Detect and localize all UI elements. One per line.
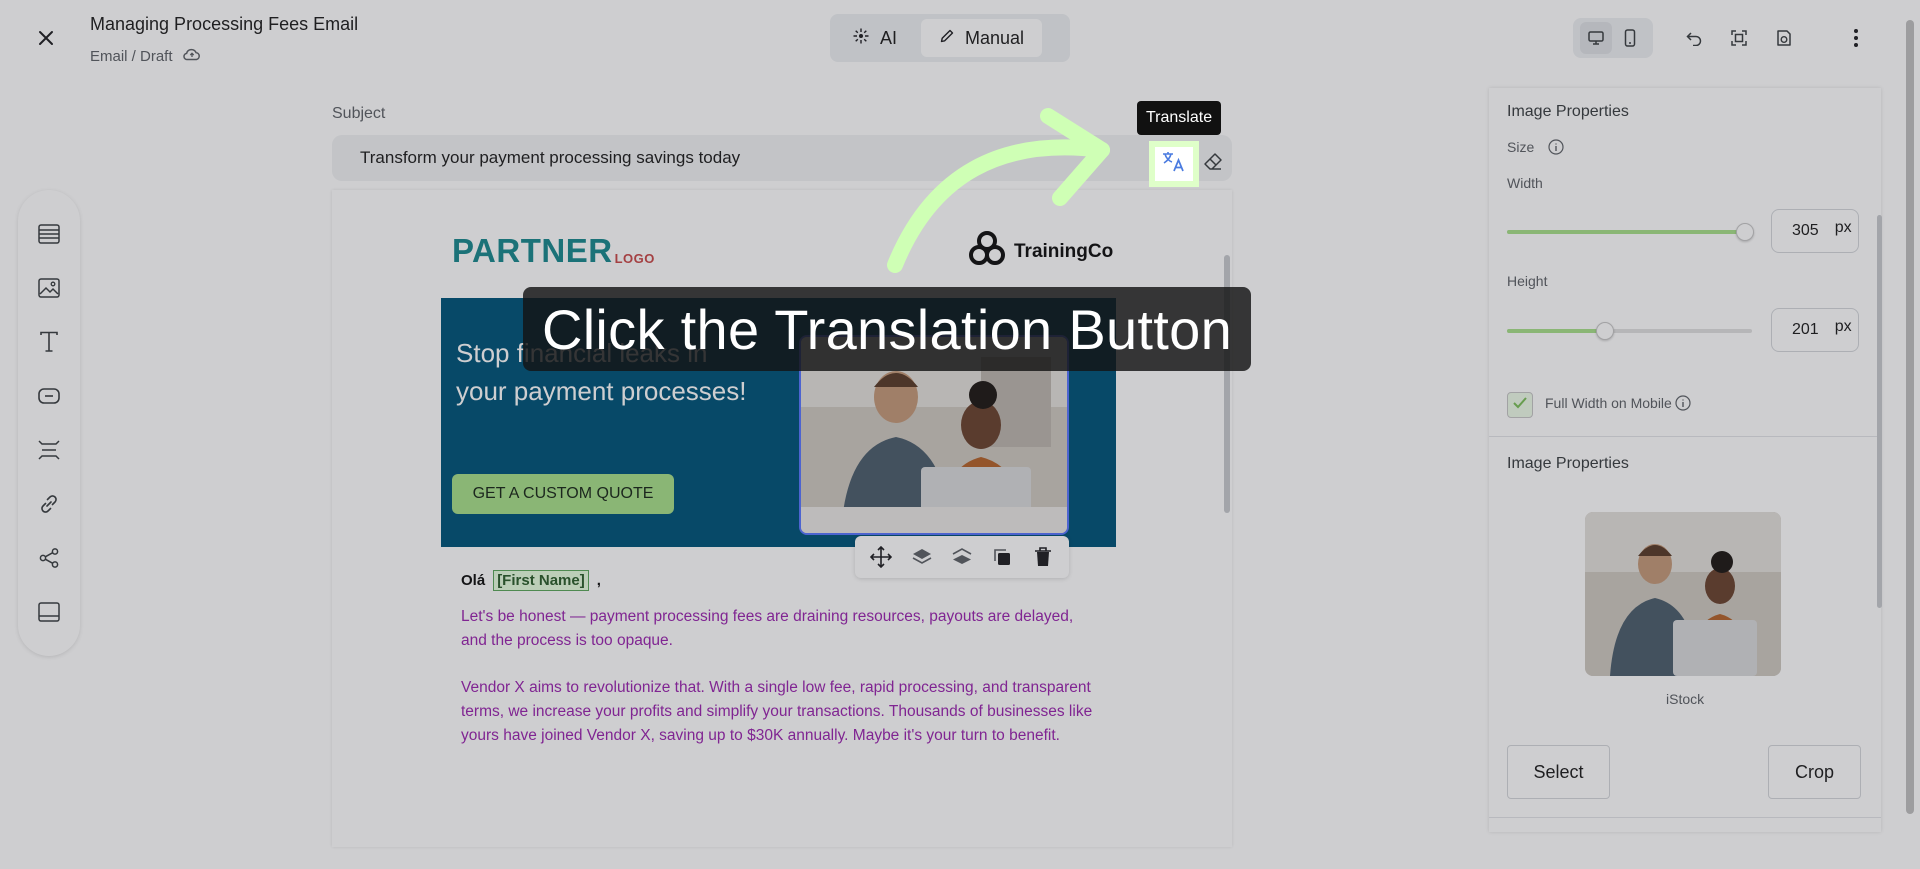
partner-logo-suffix: LOGO — [614, 251, 655, 266]
width-field[interactable]: 305 px — [1771, 209, 1859, 253]
rows-icon[interactable] — [35, 220, 63, 248]
partner-logo-text: PARTNER — [452, 232, 613, 269]
block-toolbar — [18, 190, 80, 656]
image-section-heading: Image Properties — [1507, 455, 1629, 472]
body-paragraph-1[interactable]: Let's be honest — payment processing fee… — [461, 605, 1101, 653]
image-toolbar — [855, 536, 1069, 578]
delete-icon[interactable] — [1029, 543, 1057, 571]
greeting-comma: , — [596, 572, 601, 589]
size-label: Size — [1507, 139, 1535, 155]
desktop-icon[interactable] — [1580, 22, 1612, 54]
image-thumbnail[interactable] — [1585, 512, 1781, 676]
greeting-line[interactable]: Olá [First Name] , — [461, 570, 601, 591]
share-icon[interactable] — [35, 544, 63, 572]
width-label: Width — [1507, 175, 1543, 191]
height-unit: px — [1834, 318, 1852, 335]
send-backward-icon[interactable] — [948, 543, 976, 571]
hint-banner: Click the Translation Button — [523, 287, 1251, 371]
mobile-icon[interactable] — [1614, 22, 1646, 54]
crop-image-button[interactable]: Crop — [1768, 745, 1861, 799]
height-value: 201 — [1792, 321, 1819, 338]
sparkle-icon — [852, 27, 870, 50]
image-icon[interactable] — [35, 274, 63, 302]
full-width-info-icon[interactable] — [1675, 395, 1691, 416]
panel-bottom-divider — [1489, 817, 1881, 818]
height-field[interactable]: 201 px — [1771, 308, 1859, 352]
link-icon[interactable] — [35, 490, 63, 518]
more-options-icon[interactable] — [1842, 24, 1870, 52]
full-width-label: Full Width on Mobile — [1545, 395, 1672, 411]
trainingco-logo-text: TrainingCo — [1014, 241, 1114, 262]
mode-ai-button[interactable]: AI — [834, 19, 915, 57]
mode-ai-label: AI — [880, 27, 898, 48]
mode-manual-button[interactable]: Manual — [921, 19, 1043, 57]
subject-label: Subject — [332, 105, 386, 122]
bring-forward-icon[interactable] — [908, 543, 936, 571]
trainingco-mark-icon — [966, 228, 1008, 276]
spacer-icon[interactable] — [35, 436, 63, 464]
subject-input[interactable] — [332, 135, 1232, 181]
height-label: Height — [1507, 273, 1548, 289]
panel-scrollbar[interactable] — [1877, 215, 1882, 608]
translate-tooltip: Translate — [1137, 101, 1222, 135]
top-bar: Managing Processing Fees Email Email / D… — [0, 0, 1920, 80]
translate-button[interactable] — [1149, 141, 1199, 187]
width-value: 305 — [1792, 222, 1819, 239]
close-icon[interactable] — [32, 24, 60, 52]
custom-quote-button[interactable]: GET A CUSTOM QUOTE — [452, 474, 674, 514]
first-name-merge-tag[interactable]: [First Name] — [493, 570, 589, 591]
translate-icon — [1161, 150, 1187, 179]
height-slider[interactable] — [1507, 322, 1752, 340]
body-paragraph-2[interactable]: Vendor X aims to revolutionize that. Wit… — [461, 676, 1101, 758]
text-icon[interactable] — [35, 328, 63, 356]
panel-heading: Image Properties — [1507, 103, 1629, 120]
breadcrumb: Email / Draft — [90, 47, 201, 65]
pencil-icon — [939, 28, 955, 49]
device-toggle — [1573, 18, 1653, 58]
height-slider-fill — [1507, 329, 1605, 333]
footer-block-icon[interactable] — [35, 598, 63, 626]
select-image-button[interactable]: Select — [1507, 745, 1610, 799]
duplicate-icon[interactable] — [988, 543, 1016, 571]
button-block-icon[interactable] — [35, 382, 63, 410]
page-scrollbar[interactable] — [1906, 20, 1914, 814]
fit-screen-icon[interactable] — [1725, 24, 1753, 52]
undo-icon[interactable] — [1680, 24, 1708, 52]
mode-manual-label: Manual — [965, 27, 1025, 48]
greeting-word: Olá — [461, 572, 486, 589]
breadcrumb-text: Email / Draft — [90, 47, 173, 65]
mode-toggle: AI Manual — [830, 14, 1070, 62]
width-slider-fill — [1507, 230, 1745, 234]
save-version-icon[interactable] — [1770, 24, 1798, 52]
full-width-checkbox[interactable] — [1507, 392, 1533, 418]
check-icon — [1512, 396, 1528, 415]
clear-format-icon[interactable] — [1197, 145, 1229, 177]
width-slider-thumb[interactable] — [1736, 223, 1754, 241]
page-title: Managing Processing Fees Email — [90, 14, 359, 34]
height-slider-thumb[interactable] — [1596, 322, 1614, 340]
panel-divider — [1489, 436, 1881, 437]
size-info-icon[interactable] — [1548, 139, 1564, 160]
image-source: iStock — [1666, 691, 1705, 707]
width-unit: px — [1834, 219, 1852, 236]
cloud-upload-icon — [182, 47, 201, 65]
width-slider[interactable] — [1507, 223, 1754, 241]
partner-logo: PARTNER LOGO — [452, 232, 655, 270]
move-icon[interactable] — [867, 543, 895, 571]
trainingco-logo: TrainingCo — [966, 228, 1113, 276]
